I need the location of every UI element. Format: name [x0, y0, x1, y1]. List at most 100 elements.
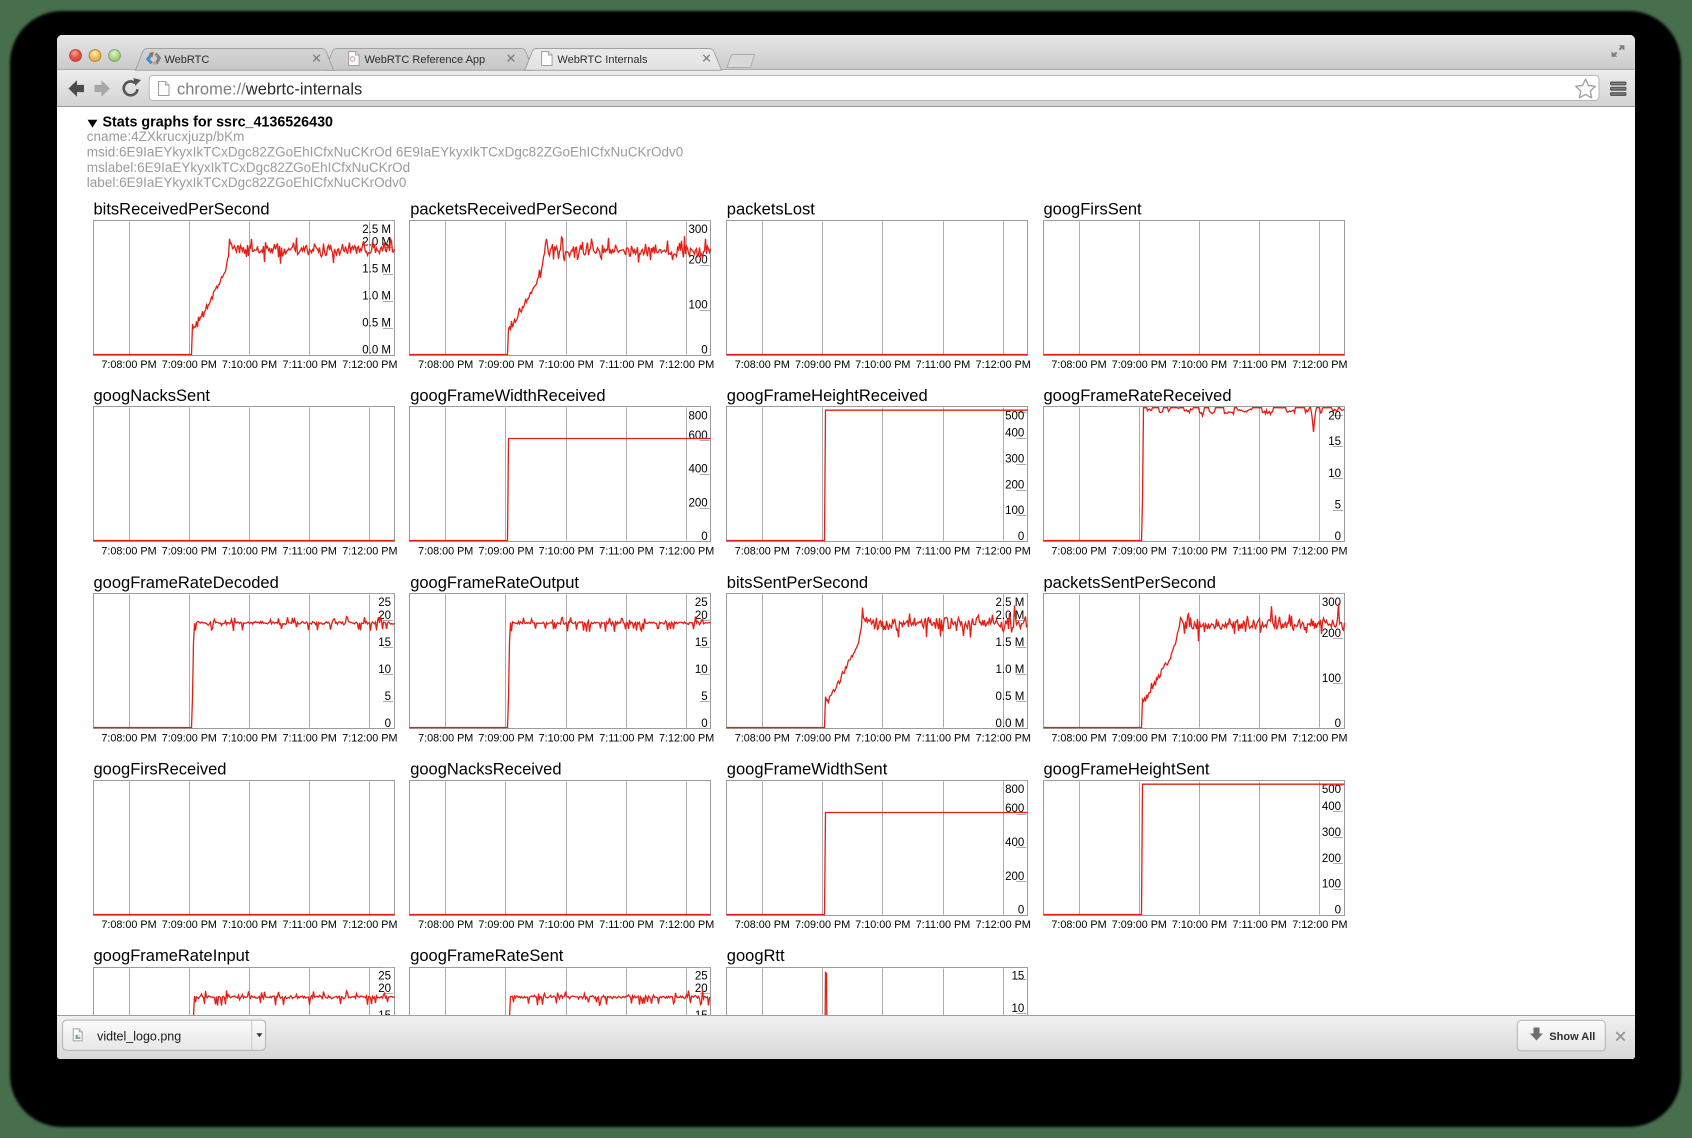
svg-text:googFrameHeightSent: googFrameHeightSent [1044, 761, 1210, 779]
svg-text:200: 200 [1005, 479, 1024, 491]
svg-text:0.5 M: 0.5 M [362, 318, 391, 330]
svg-text:15: 15 [1328, 436, 1341, 448]
svg-text:10: 10 [1328, 468, 1341, 480]
svg-text:600: 600 [689, 430, 708, 442]
svg-text:7:08:00 PM: 7:08:00 PM [101, 359, 156, 371]
svg-text:googFrameWidthReceived: googFrameWidthReceived [410, 387, 605, 405]
svg-text:0: 0 [701, 345, 707, 357]
svg-text:7:12:00 PM: 7:12:00 PM [659, 359, 714, 371]
svg-text:20: 20 [1328, 410, 1341, 422]
svg-text:7:09:00 PM: 7:09:00 PM [478, 546, 533, 558]
svg-text:10: 10 [695, 664, 708, 676]
svg-text:600: 600 [1005, 803, 1024, 815]
svg-text:7:09:00 PM: 7:09:00 PM [795, 919, 850, 931]
svg-text:7:10:00 PM: 7:10:00 PM [855, 732, 910, 744]
svg-text:7:12:00 PM: 7:12:00 PM [342, 546, 397, 558]
svg-text:7:08:00 PM: 7:08:00 PM [418, 546, 473, 558]
svg-text:7:09:00 PM: 7:09:00 PM [795, 546, 850, 558]
svg-text:7:10:00 PM: 7:10:00 PM [1172, 546, 1227, 558]
svg-text:cname:4ZXkrucxjuzp/bKm: cname:4ZXkrucxjuzp/bKm [87, 129, 245, 144]
svg-text:400: 400 [1322, 801, 1341, 813]
svg-text:7:09:00 PM: 7:09:00 PM [1112, 919, 1167, 931]
svg-text:7:11:00 PM: 7:11:00 PM [599, 919, 653, 931]
svg-text:7:09:00 PM: 7:09:00 PM [478, 732, 533, 744]
svg-text:7:10:00 PM: 7:10:00 PM [855, 546, 910, 558]
svg-text:label:6E9IaEYkyxIkTCxDgc82ZGoE: label:6E9IaEYkyxIkTCxDgc82ZGoEhICfxNuCKr… [87, 175, 407, 190]
svg-text:7:08:00 PM: 7:08:00 PM [735, 546, 790, 558]
svg-text:7:11:00 PM: 7:11:00 PM [916, 919, 970, 931]
svg-text:800: 800 [689, 410, 708, 422]
svg-text:7:08:00 PM: 7:08:00 PM [1051, 919, 1106, 931]
svg-text:0: 0 [1335, 905, 1341, 917]
svg-text:7:12:00 PM: 7:12:00 PM [659, 546, 714, 558]
svg-text:7:10:00 PM: 7:10:00 PM [539, 359, 594, 371]
svg-text:200: 200 [689, 497, 708, 509]
svg-text:200: 200 [1322, 853, 1341, 865]
svg-text:7:10:00 PM: 7:10:00 PM [855, 919, 910, 931]
svg-text:googFrameHeightReceived: googFrameHeightReceived [727, 387, 928, 405]
svg-text:20: 20 [695, 983, 708, 995]
svg-text:7:11:00 PM: 7:11:00 PM [1232, 732, 1286, 744]
svg-text:7:12:00 PM: 7:12:00 PM [342, 919, 397, 931]
svg-text:7:10:00 PM: 7:10:00 PM [222, 732, 277, 744]
svg-text:7:11:00 PM: 7:11:00 PM [282, 546, 336, 558]
svg-text:7:08:00 PM: 7:08:00 PM [1051, 359, 1106, 371]
svg-text:100: 100 [1005, 505, 1024, 517]
svg-text:googNacksReceived: googNacksReceived [410, 761, 561, 779]
svg-text:bitsReceivedPerSecond: bitsReceivedPerSecond [94, 201, 270, 219]
svg-text:7:09:00 PM: 7:09:00 PM [1112, 546, 1167, 558]
svg-text:googFrameWidthSent: googFrameWidthSent [727, 761, 888, 779]
svg-text:7:12:00 PM: 7:12:00 PM [342, 732, 397, 744]
svg-text:msid:6E9IaEYkyxIkTCxDgc82ZGoEh: msid:6E9IaEYkyxIkTCxDgc82ZGoEhICfxNuCKrO… [87, 145, 683, 160]
svg-text:0: 0 [1018, 905, 1024, 917]
svg-text:7:08:00 PM: 7:08:00 PM [1051, 732, 1106, 744]
svg-text:7:08:00 PM: 7:08:00 PM [735, 919, 790, 931]
svg-text:7:12:00 PM: 7:12:00 PM [976, 732, 1031, 744]
svg-text:7:10:00 PM: 7:10:00 PM [1172, 919, 1227, 931]
svg-text:7:10:00 PM: 7:10:00 PM [539, 546, 594, 558]
svg-text:100: 100 [1322, 879, 1341, 891]
svg-text:5: 5 [385, 691, 391, 703]
svg-text:7:11:00 PM: 7:11:00 PM [282, 919, 336, 931]
svg-text:400: 400 [1005, 837, 1024, 849]
svg-text:7:11:00 PM: 7:11:00 PM [282, 359, 336, 371]
svg-text:0: 0 [1018, 531, 1024, 543]
svg-text:2.5 M: 2.5 M [996, 597, 1025, 609]
svg-text:7:09:00 PM: 7:09:00 PM [162, 359, 217, 371]
svg-text:googFirsReceived: googFirsReceived [94, 761, 227, 779]
svg-text:7:12:00 PM: 7:12:00 PM [976, 359, 1031, 371]
svg-text:7:12:00 PM: 7:12:00 PM [1292, 359, 1347, 371]
svg-text:300: 300 [1005, 454, 1024, 466]
svg-text:7:08:00 PM: 7:08:00 PM [101, 732, 156, 744]
svg-text:7:08:00 PM: 7:08:00 PM [101, 919, 156, 931]
svg-text:7:11:00 PM: 7:11:00 PM [599, 732, 653, 744]
svg-text:WebRTC Reference App: WebRTC Reference App [365, 54, 486, 66]
svg-text:7:11:00 PM: 7:11:00 PM [1232, 919, 1286, 931]
svg-text:0: 0 [701, 531, 707, 543]
svg-text:7:09:00 PM: 7:09:00 PM [795, 359, 850, 371]
svg-text:2.5 M: 2.5 M [362, 224, 391, 236]
svg-text:200: 200 [1322, 628, 1341, 640]
svg-text:7:12:00 PM: 7:12:00 PM [1292, 732, 1347, 744]
svg-text:7:09:00 PM: 7:09:00 PM [478, 919, 533, 931]
svg-text:7:11:00 PM: 7:11:00 PM [916, 546, 970, 558]
svg-text:7:08:00 PM: 7:08:00 PM [418, 359, 473, 371]
svg-text:7:12:00 PM: 7:12:00 PM [659, 732, 714, 744]
svg-text:15: 15 [378, 637, 391, 649]
svg-text:7:11:00 PM: 7:11:00 PM [1232, 359, 1286, 371]
svg-text:7:10:00 PM: 7:10:00 PM [855, 359, 910, 371]
svg-text:300: 300 [1322, 827, 1341, 839]
svg-text:1.0 M: 1.0 M [996, 664, 1025, 676]
svg-text:0: 0 [1335, 718, 1341, 730]
svg-text:25: 25 [378, 971, 391, 983]
svg-text:100: 100 [1322, 673, 1341, 685]
svg-text:7:10:00 PM: 7:10:00 PM [1172, 359, 1227, 371]
svg-text:vidtel_logo.png: vidtel_logo.png [97, 1029, 181, 1043]
svg-text:1.5 M: 1.5 M [362, 264, 391, 276]
svg-text:bitsSentPerSecond: bitsSentPerSecond [727, 574, 868, 592]
svg-text:Show All: Show All [1549, 1031, 1595, 1043]
svg-text:7:11:00 PM: 7:11:00 PM [916, 359, 970, 371]
svg-text:7:10:00 PM: 7:10:00 PM [222, 359, 277, 371]
svg-text:7:09:00 PM: 7:09:00 PM [162, 919, 217, 931]
svg-text:7:09:00 PM: 7:09:00 PM [162, 732, 217, 744]
